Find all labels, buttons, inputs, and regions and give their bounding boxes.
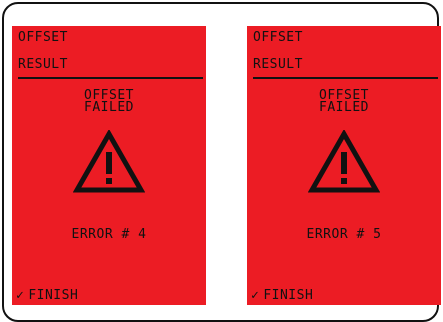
finish-label: FINISH <box>28 288 79 303</box>
finish-button[interactable]: ✓ FINISH <box>251 288 313 303</box>
status-line-2: FAILED <box>84 100 134 115</box>
menu-item-offset[interactable]: OFFSET <box>18 30 68 45</box>
warning-icon <box>308 130 380 193</box>
menu-item-offset[interactable]: OFFSET <box>253 30 303 45</box>
header-divider <box>18 77 203 79</box>
finish-label: FINISH <box>263 288 314 303</box>
header-divider <box>253 77 438 79</box>
status-message: OFFSET FAILED <box>247 89 441 115</box>
device-screen-left: OFFSET RESULT OFFSET FAILED ERROR # 4 ✓ F… <box>12 26 206 305</box>
status-message: OFFSET FAILED <box>12 89 206 115</box>
checkmark-icon: ✓ <box>251 288 260 303</box>
error-code: ERROR # 4 <box>71 227 147 242</box>
section-header-result: RESULT <box>18 57 68 72</box>
checkmark-icon: ✓ <box>16 288 25 303</box>
section-header-result: RESULT <box>253 57 303 72</box>
warning-icon <box>73 130 145 193</box>
status-line-2: FAILED <box>319 100 369 115</box>
finish-button[interactable]: ✓ FINISH <box>16 288 78 303</box>
error-code: ERROR # 5 <box>306 227 382 242</box>
device-screen-right: OFFSET RESULT OFFSET FAILED ERROR # 5 ✓ F… <box>247 26 441 305</box>
